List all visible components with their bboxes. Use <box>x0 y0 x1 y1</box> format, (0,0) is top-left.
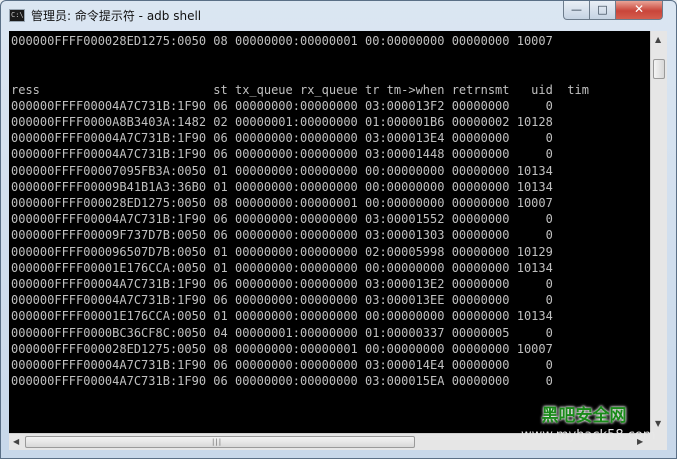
scroll-down-arrow-icon[interactable]: ▼ <box>655 419 661 428</box>
watermark: 黑吧安全网 www.myhack58.com <box>521 401 656 443</box>
console-line: 000000FFFF00004A7C731B:1F90 06 00000000:… <box>11 277 553 291</box>
console-line: 000000FFFF00001E176CCA:0050 01 00000000:… <box>11 309 553 324</box>
console-line: 000000FFFF000096507D7B:0050 01 00000000:… <box>11 244 553 259</box>
watermark-url: www.myhack58.com <box>521 428 656 443</box>
scroll-grip-icon: ||| <box>212 438 223 446</box>
scroll-up-arrow-icon[interactable]: ▲ <box>655 35 661 44</box>
console-line: 000000FFFF00004A7C731B:1F90 06 00000000:… <box>11 374 553 389</box>
console-line: 000000FFFF00009F737D7B:0050 06 00000000:… <box>11 228 553 243</box>
vertical-scroll-thumb[interactable] <box>653 59 665 79</box>
cmd-app-icon[interactable]: C:\ <box>9 9 25 22</box>
console-line: 000000FFFF000028ED1275:0050 08 00000000:… <box>11 34 553 48</box>
console-line: ress st tx_queue rx_queue tr tm->when re… <box>11 82 589 97</box>
horizontal-scroll-thumb[interactable]: ||| <box>25 436 415 448</box>
console-line: 000000FFFF00004A7C731B:1F90 06 00000000:… <box>11 293 553 308</box>
console-line: 000000FFFF00007095FB3A:0050 01 00000000:… <box>11 163 553 178</box>
scroll-left-arrow-icon[interactable]: ◀ <box>13 437 19 446</box>
title-bar[interactable]: C:\ 管理员: 命令提示符 - adb shell — □ ✕ <box>1 1 676 31</box>
command-prompt-window: C:\ 管理员: 命令提示符 - adb shell — □ ✕ 000000F… <box>0 0 677 459</box>
console-line: 000000FFFF00004A7C731B:1F90 06 00000000:… <box>11 98 553 113</box>
console-line: 000000FFFF00004A7C731B:1F90 06 00000000:… <box>11 131 553 146</box>
close-button[interactable]: ✕ <box>615 1 663 20</box>
console-line: 000000FFFF000028ED1275:0050 08 00000000:… <box>11 341 553 356</box>
console-line: 000000FFFF00004A7C731B:1F90 06 00000000:… <box>11 147 553 162</box>
console-line: 000000FFFF0000BC36CF8C:0050 04 00000001:… <box>11 325 553 340</box>
console-line: 000000FFFF00001E176CCA:0050 01 00000000:… <box>11 260 553 275</box>
console-line: 000000FFFF000028ED1275:0050 08 00000000:… <box>11 196 553 210</box>
console-output[interactable]: 000000FFFF000028ED1275:0050 08 00000000:… <box>9 31 650 433</box>
vertical-scrollbar[interactable]: ▲ ▼ <box>650 31 667 433</box>
console-line: 000000FFFF00004A7C731B:1F90 06 00000000:… <box>11 358 553 372</box>
minimize-button[interactable]: — <box>563 1 590 20</box>
maximize-button[interactable]: □ <box>589 1 616 20</box>
watermark-name: 黑吧安全网 <box>541 406 627 426</box>
window-title: 管理员: 命令提示符 - adb shell <box>31 9 202 23</box>
console-line: 000000FFFF00004A7C731B:1F90 06 00000000:… <box>11 212 553 227</box>
console-line: 000000FFFF00009B41B1A3:36B0 01 00000000:… <box>11 179 553 194</box>
console-line: 000000FFFF0000A8B3403A:1482 02 00000001:… <box>11 115 553 129</box>
